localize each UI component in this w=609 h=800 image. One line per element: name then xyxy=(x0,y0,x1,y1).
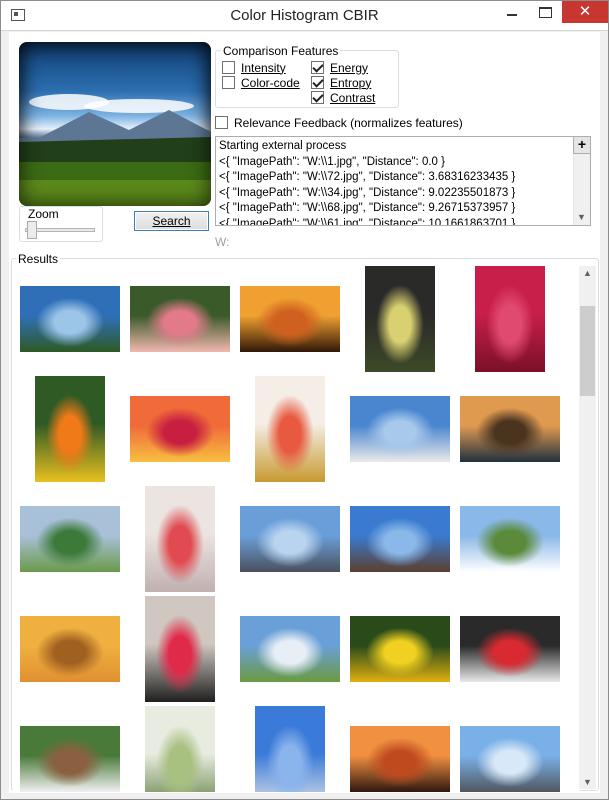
expand-log-button[interactable]: + xyxy=(573,136,591,154)
result-thumbnail-horses-meadow[interactable] xyxy=(20,726,120,792)
log-line: <{ "ImagePath": "W:\\68.jpg", "Distance"… xyxy=(219,202,516,214)
intensity-checkbox-box[interactable] xyxy=(222,61,235,74)
entropy-checkbox[interactable]: Entropy xyxy=(311,75,371,90)
intensity-checkbox[interactable]: Intensity xyxy=(222,60,286,75)
contrast-label: Contrast xyxy=(330,90,376,105)
close-icon: ✕ xyxy=(578,3,592,20)
result-thumbnail-fighter-jet[interactable] xyxy=(240,506,340,572)
entropy-checkbox-box[interactable] xyxy=(311,76,324,89)
result-thumbnail-rocky-coast[interactable] xyxy=(460,396,560,462)
scroll-down-arrow-icon[interactable]: ▼ xyxy=(577,212,586,222)
result-thumbnail-horse-rider-field[interactable] xyxy=(240,616,340,682)
contrast-checkbox[interactable]: Contrast xyxy=(311,90,375,105)
results-label: Results xyxy=(16,252,61,266)
relevance-feedback-checkbox-box[interactable] xyxy=(215,116,228,129)
query-image-art xyxy=(19,94,211,206)
close-button[interactable]: ✕ xyxy=(562,1,608,23)
result-thumbnail-golden-clouds[interactable] xyxy=(20,616,120,682)
maximize-button[interactable] xyxy=(531,1,559,23)
result-thumbnail-propeller-plane[interactable] xyxy=(350,506,450,572)
image-path-label: W: xyxy=(215,235,230,249)
results-scroll-thumb[interactable] xyxy=(580,306,595,396)
color-code-checkbox[interactable]: Color-code xyxy=(222,75,300,90)
entropy-label: Entropy xyxy=(330,75,372,90)
query-image-preview xyxy=(19,42,211,206)
energy-checkbox-box[interactable] xyxy=(311,61,324,74)
results-scrollbar[interactable]: ▲ ▼ xyxy=(579,266,596,789)
process-log-textbox[interactable]: Starting external process <{ "ImagePath"… xyxy=(215,136,591,226)
scroll-down-arrow-icon[interactable]: ▼ xyxy=(583,777,592,787)
result-thumbnail-yellow-lily[interactable] xyxy=(350,616,450,682)
color-code-checkbox-box[interactable] xyxy=(222,76,235,89)
result-thumbnail-desert-sunset[interactable] xyxy=(240,286,340,352)
result-thumbnail-strawberry-spoon[interactable] xyxy=(460,616,560,682)
result-thumbnail-jet-formation[interactable] xyxy=(255,706,325,792)
result-thumbnail-cattle-field[interactable] xyxy=(460,506,560,572)
scroll-up-arrow-icon[interactable]: ▲ xyxy=(583,268,592,278)
log-line: <{ "ImagePath": "W:\\72.jpg", "Distance"… xyxy=(219,171,516,183)
log-line: <{ "ImagePath": "W:\\61.jpg", "Distance"… xyxy=(219,217,516,226)
app-window: Color Histogram CBIR ✕ Zoom Search Compa… xyxy=(0,0,609,800)
result-thumbnail-jet-plane-sky[interactable] xyxy=(350,396,450,462)
result-thumbnail-green-hills[interactable] xyxy=(20,506,120,572)
result-thumbnail-pink-flower[interactable] xyxy=(130,286,230,352)
process-log-lines: Starting external process <{ "ImagePath"… xyxy=(219,139,569,226)
result-thumbnail-orange-daisy[interactable] xyxy=(35,376,105,482)
result-thumbnail-jet-over-clouds[interactable] xyxy=(460,726,560,792)
search-button[interactable]: Search xyxy=(134,211,209,231)
comparison-features-label: Comparison Features xyxy=(221,44,341,58)
main-panel: Zoom Search Comparison Features Intensit… xyxy=(9,32,600,793)
contrast-checkbox-box[interactable] xyxy=(311,91,324,104)
zoom-label: Zoom xyxy=(26,207,61,221)
result-thumbnail-yellow-orchid[interactable] xyxy=(365,266,435,372)
energy-checkbox[interactable]: Energy xyxy=(311,60,368,75)
minimize-button[interactable] xyxy=(498,1,526,23)
log-line: Starting external process xyxy=(219,140,347,152)
relevance-feedback-checkbox[interactable]: Relevance Feedback (normalizes features) xyxy=(215,115,463,130)
results-pane[interactable] xyxy=(13,266,580,792)
zoom-slider-thumb[interactable] xyxy=(27,221,37,239)
result-thumbnail-landscape-mountains[interactable] xyxy=(20,286,120,352)
result-thumbnail-birds-sunset[interactable] xyxy=(350,726,450,792)
result-thumbnail-cocktail-glass[interactable] xyxy=(255,376,325,482)
title-bar: Color Histogram CBIR ✕ xyxy=(1,1,608,31)
result-thumbnail-red-hibiscus[interactable] xyxy=(475,266,545,372)
relevance-feedback-label: Relevance Feedback (normalizes features) xyxy=(234,115,463,130)
intensity-label: Intensity xyxy=(241,60,286,75)
result-thumbnail-ocean-sunset[interactable] xyxy=(130,396,230,462)
energy-label: Energy xyxy=(330,60,369,75)
color-code-label: Color-code xyxy=(241,75,300,90)
result-thumbnail-white-lily[interactable] xyxy=(145,706,215,792)
result-thumbnail-martini-glass[interactable] xyxy=(145,486,215,592)
log-line: <{ "ImagePath": "W:\\1.jpg", "Distance":… xyxy=(219,155,445,168)
result-thumbnail-red-cocktail[interactable] xyxy=(145,596,215,702)
log-line: <{ "ImagePath": "W:\\34.jpg", "Distance"… xyxy=(219,186,516,199)
